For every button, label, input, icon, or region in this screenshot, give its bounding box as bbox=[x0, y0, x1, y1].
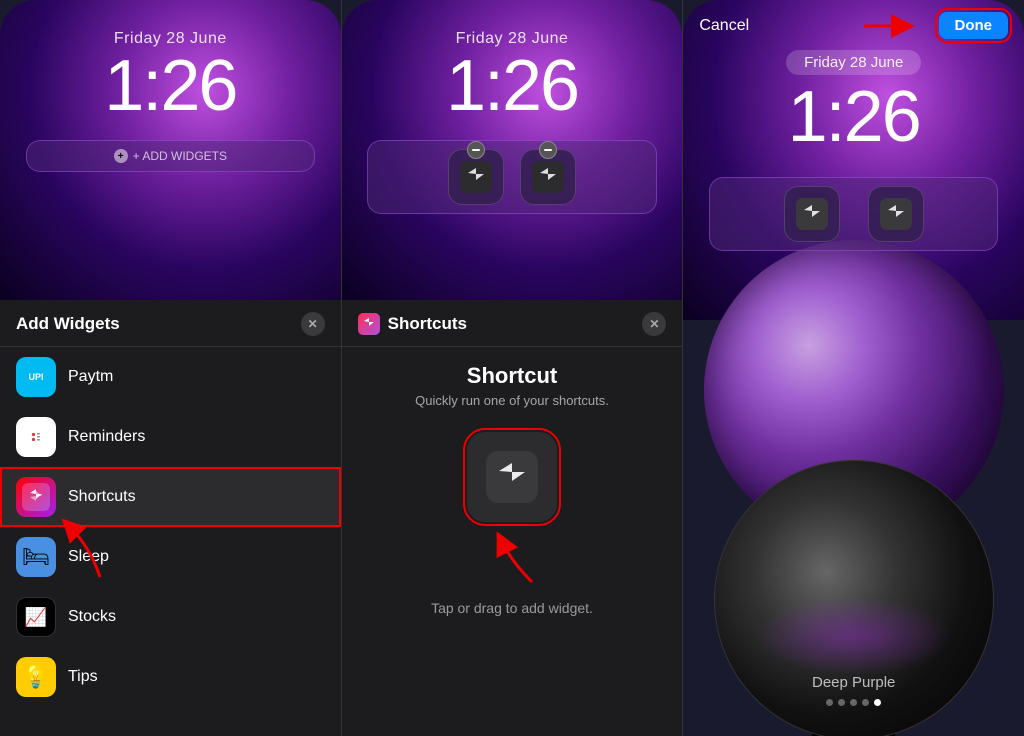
shortcuts-drawer-title: Shortcuts bbox=[388, 314, 467, 334]
list-item-stocks[interactable]: 📈 Stocks bbox=[0, 587, 341, 647]
shortcuts-label: Shortcuts bbox=[68, 488, 136, 506]
dot-2 bbox=[838, 699, 845, 706]
stocks-label: Stocks bbox=[68, 608, 116, 626]
bottom-half-3: Deep Purple bbox=[812, 320, 895, 736]
paytm-icon: UPI bbox=[16, 357, 56, 397]
cancel-button[interactable]: Cancel bbox=[699, 17, 749, 35]
shortcut-desc: Quickly run one of your shortcuts. bbox=[415, 393, 609, 408]
widget-icon-wrap-1 bbox=[448, 149, 504, 205]
shortcut-detail: Shortcut Quickly run one of your shortcu… bbox=[342, 347, 683, 632]
shortcuts-widget-icon-3a bbox=[796, 198, 828, 230]
tap-drag-label: Tap or drag to add widget. bbox=[431, 600, 593, 616]
widget-icon-3b[interactable] bbox=[868, 186, 924, 242]
dots-row bbox=[826, 699, 881, 706]
arrow-container-2 bbox=[362, 542, 663, 592]
drawer-title-1: Add Widgets bbox=[16, 314, 120, 334]
shortcuts-widget-icon-3b bbox=[880, 198, 912, 230]
widget-bar-2 bbox=[367, 140, 657, 214]
phone-content-2: Friday 28 June 1:26 bbox=[342, 0, 683, 214]
list-item-reminders[interactable]: Reminders bbox=[0, 407, 341, 467]
time-label-1: 1:26 bbox=[104, 50, 236, 122]
time-label-3: 1:26 bbox=[788, 81, 920, 153]
drawer-1: Add Widgets ✕ UPI Paytm bbox=[0, 300, 341, 736]
widget-icons-3 bbox=[784, 186, 924, 242]
minus-badge-1[interactable] bbox=[467, 141, 485, 159]
tips-icon: 💡 bbox=[16, 657, 56, 697]
shortcut-preview-icon bbox=[486, 451, 538, 503]
date-label-3: Friday 28 June bbox=[804, 54, 903, 71]
drawer-header-2: Shortcuts ✕ bbox=[342, 312, 683, 347]
time-label-2: 1:26 bbox=[446, 50, 578, 122]
stocks-icon: 📈 bbox=[16, 597, 56, 637]
list-item-shortcuts[interactable]: Shortcuts bbox=[0, 467, 341, 527]
list-item-paytm[interactable]: UPI Paytm bbox=[0, 347, 341, 407]
shortcuts-logo-svg bbox=[22, 483, 50, 511]
red-arrow-1 bbox=[60, 517, 140, 587]
add-widgets-button[interactable]: + + ADD WIDGETS bbox=[114, 149, 227, 163]
phone-screen-1: Friday 28 June 1:26 + + ADD WIDGETS bbox=[0, 0, 341, 300]
shortcuts-icon bbox=[16, 477, 56, 517]
phone-screen-2: Friday 28 June 1:26 bbox=[342, 0, 683, 300]
done-button[interactable]: Done bbox=[939, 12, 1009, 39]
shortcut-title: Shortcut bbox=[467, 363, 557, 389]
widget-bar-1[interactable]: + + ADD WIDGETS bbox=[26, 140, 316, 172]
drawer-header-1: Add Widgets ✕ bbox=[0, 312, 341, 347]
reminders-svg bbox=[24, 425, 48, 449]
tips-label: Tips bbox=[68, 668, 98, 686]
purple-glow bbox=[754, 596, 954, 676]
close-button-2[interactable]: ✕ bbox=[642, 312, 666, 336]
date-pill-3: Friday 28 June bbox=[786, 50, 921, 75]
list-item-sleep[interactable]: 🛏 Sleep bbox=[0, 527, 341, 587]
reminders-icon bbox=[16, 417, 56, 457]
add-widgets-label: + ADD WIDGETS bbox=[133, 149, 227, 163]
dot-5-active bbox=[874, 699, 881, 706]
drawer-2: Shortcuts ✕ Shortcut Quickly run one of … bbox=[342, 300, 683, 736]
red-arrow-2 bbox=[472, 532, 552, 592]
wallpaper-label: Deep Purple bbox=[812, 674, 895, 691]
panel-1: Friday 28 June 1:26 + + ADD WIDGETS Add … bbox=[0, 0, 342, 736]
phone-content-1: Friday 28 June 1:26 + + ADD WIDGETS bbox=[0, 0, 341, 172]
sleep-icon: 🛏 bbox=[16, 537, 56, 577]
dot-3 bbox=[850, 699, 857, 706]
drawer-header-icon-2: Shortcuts bbox=[358, 313, 467, 335]
reminders-label: Reminders bbox=[68, 428, 145, 446]
shortcuts-widget-icon-1 bbox=[460, 161, 492, 193]
close-button-1[interactable]: ✕ bbox=[301, 312, 325, 336]
list-item-tips[interactable]: 💡 Tips bbox=[0, 647, 341, 707]
widget-icons-2 bbox=[448, 149, 576, 205]
plus-icon: + bbox=[114, 149, 128, 163]
minus-badge-2[interactable] bbox=[539, 141, 557, 159]
main-container: Friday 28 June 1:26 + + ADD WIDGETS Add … bbox=[0, 0, 1024, 736]
widget-bar-3 bbox=[709, 177, 999, 251]
shortcut-widget-preview[interactable] bbox=[467, 432, 557, 522]
paytm-label: Paytm bbox=[68, 368, 113, 386]
dot-4 bbox=[862, 699, 869, 706]
panel-2: Friday 28 June 1:26 bbox=[342, 0, 684, 736]
widget-icon-wrap-2 bbox=[520, 149, 576, 205]
dot-1 bbox=[826, 699, 833, 706]
shortcuts-widget-icon-2 bbox=[532, 161, 564, 193]
panel-3: Cancel Done Friday 28 June 1:26 bbox=[683, 0, 1024, 736]
widget-icon-3a[interactable] bbox=[784, 186, 840, 242]
done-arrow-svg bbox=[854, 8, 924, 43]
shortcuts-header-icon bbox=[358, 313, 380, 335]
